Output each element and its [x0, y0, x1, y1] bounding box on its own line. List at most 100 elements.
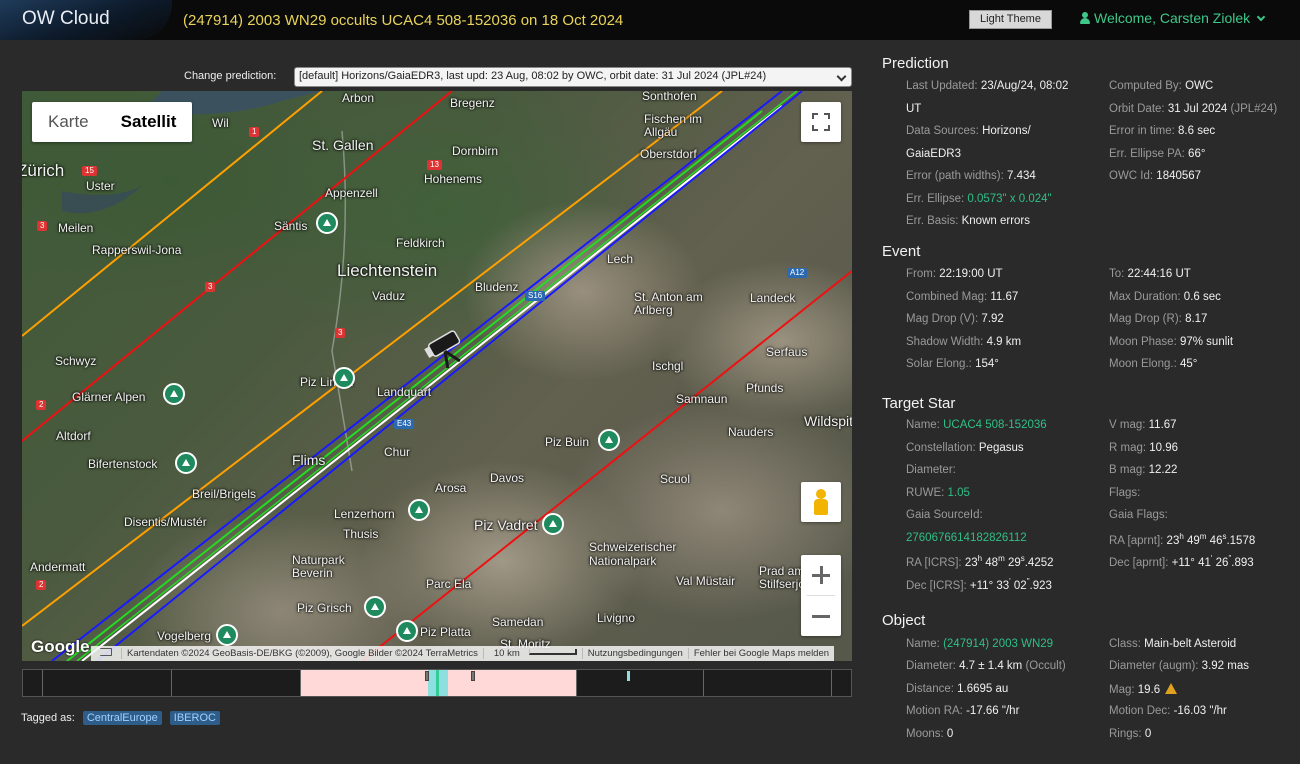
- star-name: Name: UCAC4 508-152036: [906, 419, 1047, 431]
- map-label: Sonthofen: [642, 91, 697, 103]
- err-basis: Err. Basis: Known errors: [906, 215, 1030, 227]
- map-scale[interactable]: 10 km: [482, 648, 582, 659]
- user-menu[interactable]: Welcome, Carsten Ziolek: [1080, 10, 1266, 26]
- computed-by: Computed By: OWC: [1109, 80, 1214, 92]
- ra-icrs: RA [ICRS]: 23h 48m 29s.4252: [906, 554, 1054, 569]
- road-shield: 1: [249, 127, 260, 137]
- path-red-south: [361, 270, 852, 661]
- warning-icon[interactable]: [1165, 683, 1178, 694]
- star-name-link[interactable]: UCAC4 508-152036: [943, 419, 1047, 431]
- map-label: Oberstdorf: [640, 147, 697, 161]
- light-theme-button[interactable]: Light Theme: [969, 10, 1052, 29]
- gaia-flags: Gaia Flags:: [1109, 509, 1168, 521]
- map-label: Piz Platta: [420, 625, 471, 639]
- mountain-icon[interactable]: [163, 383, 185, 405]
- zoom-in-icon[interactable]: [801, 555, 841, 595]
- map-label: Appenzell: [325, 186, 378, 200]
- map-label: Samnaun: [676, 392, 728, 406]
- mountain-icon[interactable]: [542, 513, 564, 535]
- map-type-karte-button[interactable]: Karte: [32, 102, 105, 142]
- map-label: Vaduz: [372, 289, 406, 303]
- moon-elong: Moon Elong.: 45°: [1109, 358, 1198, 370]
- google-logo: Google: [31, 637, 90, 656]
- object-name: Name: (247914) 2003 WN29: [906, 638, 1054, 650]
- mountain-icon[interactable]: [598, 429, 620, 451]
- mountain-icon[interactable]: [316, 212, 338, 234]
- map-label: Nauders: [728, 425, 774, 439]
- map-label: Val Müstair: [676, 574, 736, 588]
- dec-aprnt: Dec [aprnt]: +11° 41' 26".893: [1109, 554, 1254, 569]
- combined-mag: Combined Mag: 11.67: [906, 291, 1019, 303]
- rings: Rings: 0: [1109, 728, 1152, 740]
- page-title: (247914) 2003 WN29 occults UCAC4 508-152…: [183, 12, 624, 29]
- map-label: Hohenems: [424, 172, 483, 186]
- orbit-date: Orbit Date: 31 Jul 2024 (JPL#24): [1109, 103, 1278, 115]
- mountain-icon[interactable]: [408, 499, 430, 521]
- map-label: Lech: [607, 252, 634, 266]
- prediction-select[interactable]: [default] Horizons/GaiaEDR3, last upd: 2…: [294, 67, 852, 87]
- map-label: Livigno: [597, 611, 636, 625]
- tag-iberoc[interactable]: IBEROC: [169, 711, 220, 725]
- gaia-source-id: 2760676614182826112: [906, 532, 1027, 544]
- timeline-bar[interactable]: [22, 669, 852, 697]
- mag-drop-r: Mag Drop (R): 8.17: [1109, 313, 1208, 325]
- map-label: Liechtenstein: [337, 261, 438, 280]
- section-title-event: Event: [882, 243, 921, 260]
- welcome-text[interactable]: Welcome, Carsten Ziolek: [1094, 10, 1250, 26]
- tags-label: Tagged as:: [21, 712, 75, 724]
- map-label: Andermatt: [30, 560, 86, 574]
- map-label: Ischgl: [652, 359, 684, 373]
- dec-icrs: Dec [ICRS]: +11° 33' 02".923: [906, 577, 1052, 592]
- owc-id: OWC Id: 1840567: [1109, 170, 1202, 182]
- moons: Moons: 0: [906, 728, 954, 740]
- star-diameter: Diameter:: [906, 464, 956, 476]
- zoom-control: [801, 555, 841, 636]
- map-label: Landeck: [750, 291, 796, 305]
- data-sources-cont: GaiaEDR3: [906, 148, 961, 160]
- mountain-icon[interactable]: [216, 624, 238, 646]
- mountain-icon[interactable]: [364, 596, 386, 618]
- star-vmag: V mag: 11.67: [1109, 419, 1177, 431]
- chevron-down-icon: [836, 71, 847, 82]
- keyboard-icon: [100, 648, 112, 656]
- fullscreen-icon[interactable]: [801, 102, 841, 142]
- terms-link[interactable]: Nutzungsbedingungen: [581, 648, 688, 659]
- map-label: Chur: [384, 445, 411, 459]
- mountain-icon[interactable]: [396, 620, 418, 642]
- keyboard-shortcuts[interactable]: [91, 648, 121, 659]
- app-logo[interactable]: OW Cloud: [0, 0, 172, 40]
- map-label: Uster: [86, 179, 115, 193]
- data-sources: Data Sources: Horizons/: [906, 125, 1031, 137]
- moon-phase: Moon Phase: 97% sunlit: [1109, 336, 1234, 348]
- gaia-source-link[interactable]: 2760676614182826112: [906, 532, 1027, 544]
- map-label: Meilen: [58, 221, 94, 235]
- path-blue-north: [51, 91, 783, 661]
- pegman-icon[interactable]: [801, 482, 841, 522]
- map-label: St. Gallen: [312, 137, 374, 153]
- zoom-out-icon[interactable]: [801, 596, 841, 636]
- map-view[interactable]: 1 13 15 3 3 3 2 2 A12 E43 S16 Arbon Breg…: [22, 91, 852, 661]
- app-logo-text[interactable]: OW Cloud: [22, 8, 110, 30]
- map-label: Dornbirn: [452, 144, 499, 158]
- timeline-tick: [576, 670, 577, 696]
- map-attribution: Kartendaten ©2024 GeoBasis-DE/BKG (©2009…: [121, 648, 483, 659]
- timeline-handle[interactable]: [425, 671, 429, 681]
- mountain-icon[interactable]: [175, 452, 197, 474]
- report-error-link[interactable]: Fehler bei Google Maps melden: [687, 648, 834, 659]
- object-diameter: Diameter: 4.7 ± 1.4 km (Occult): [906, 660, 1066, 672]
- mountain-icon[interactable]: [333, 367, 355, 389]
- chevron-down-icon: [1256, 12, 1266, 22]
- event-to: To: 22:44:16 UT: [1109, 268, 1191, 280]
- object-name-link[interactable]: (247914) 2003 WN29: [943, 638, 1053, 650]
- object-distance: Distance: 1.6695 au: [906, 683, 1009, 695]
- tag-centraleurope[interactable]: CentralEurope: [82, 711, 162, 725]
- map-type-satellit-button[interactable]: Satellit: [105, 102, 193, 142]
- map-label: Arosa: [435, 481, 467, 495]
- road-shield: 2: [36, 400, 47, 410]
- road-shield: A12: [787, 268, 808, 278]
- ra-aprnt: RA [aprnt]: 23h 49m 46s.1578: [1109, 532, 1256, 547]
- map-label: Bifertenstock: [88, 457, 158, 471]
- map-label: Rapperswil-Jona: [92, 243, 182, 257]
- timeline-handle[interactable]: [471, 671, 475, 681]
- change-prediction-label: Change prediction:: [184, 70, 277, 82]
